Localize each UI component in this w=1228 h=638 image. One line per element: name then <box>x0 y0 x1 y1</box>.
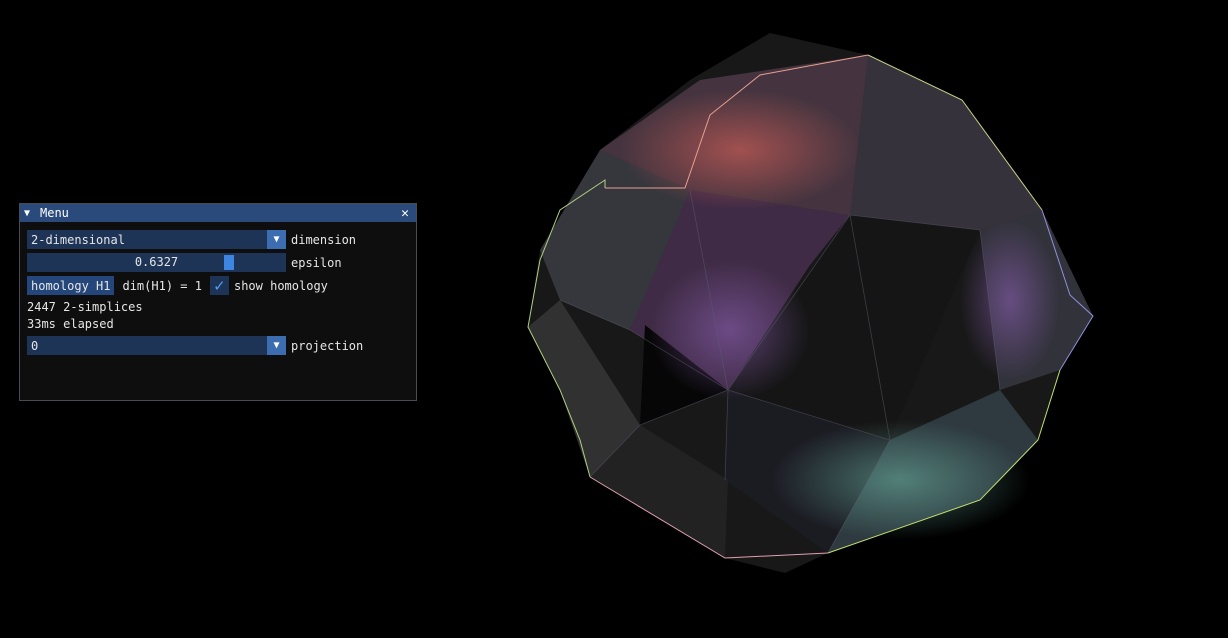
dimension-value: 2-dimensional <box>31 232 125 247</box>
epsilon-row: 0.6327 epsilon <box>27 253 409 272</box>
show-homology-checkbox[interactable]: ✓ <box>209 276 229 295</box>
projection-label: projection <box>291 338 364 353</box>
checkmark-icon: ✓ <box>213 276 226 295</box>
epsilon-value: 0.6327 <box>134 255 179 269</box>
projection-combo[interactable]: 0 ▼ <box>27 336 286 355</box>
chevron-down-icon[interactable]: ▼ <box>267 230 286 249</box>
menu-title: Menu <box>40 206 69 220</box>
glow <box>770 420 1030 540</box>
glow <box>960 220 1060 380</box>
homology-row: homology H1 dim(H1) = 1 ✓ show homology <box>27 276 409 295</box>
collapse-arrow-icon[interactable]: ▼ <box>24 208 36 219</box>
projection-row: 0 ▼ projection <box>27 336 409 355</box>
elapsed-time: 33ms elapsed <box>27 316 114 331</box>
simplices-count: 2447 2-simplices <box>27 299 143 314</box>
glow <box>620 90 860 210</box>
dimension-label: dimension <box>291 232 357 247</box>
close-icon[interactable]: ✕ <box>398 206 412 221</box>
glow <box>650 260 810 400</box>
dimension-combo[interactable]: 2-dimensional ▼ <box>27 230 286 249</box>
chevron-down-icon[interactable]: ▼ <box>267 336 286 355</box>
homology-button[interactable]: homology H1 <box>27 276 115 295</box>
face <box>850 55 1042 230</box>
dim-h1-text: dim(H1) = 1 <box>122 278 202 293</box>
dimension-row: 2-dimensional ▼ dimension <box>27 230 409 249</box>
projection-value: 0 <box>31 338 39 353</box>
show-homology-label: show homology <box>233 278 328 293</box>
epsilon-label: epsilon <box>291 255 342 270</box>
epsilon-slider[interactable]: 0.6327 <box>27 253 286 272</box>
menu-title-bar[interactable]: ▼ Menu ✕ <box>20 204 416 222</box>
menu-window[interactable]: ▼ Menu ✕ 2-dimensional ▼ dimension 0.632… <box>19 203 417 401</box>
simplicial-complex-render <box>527 33 1094 573</box>
